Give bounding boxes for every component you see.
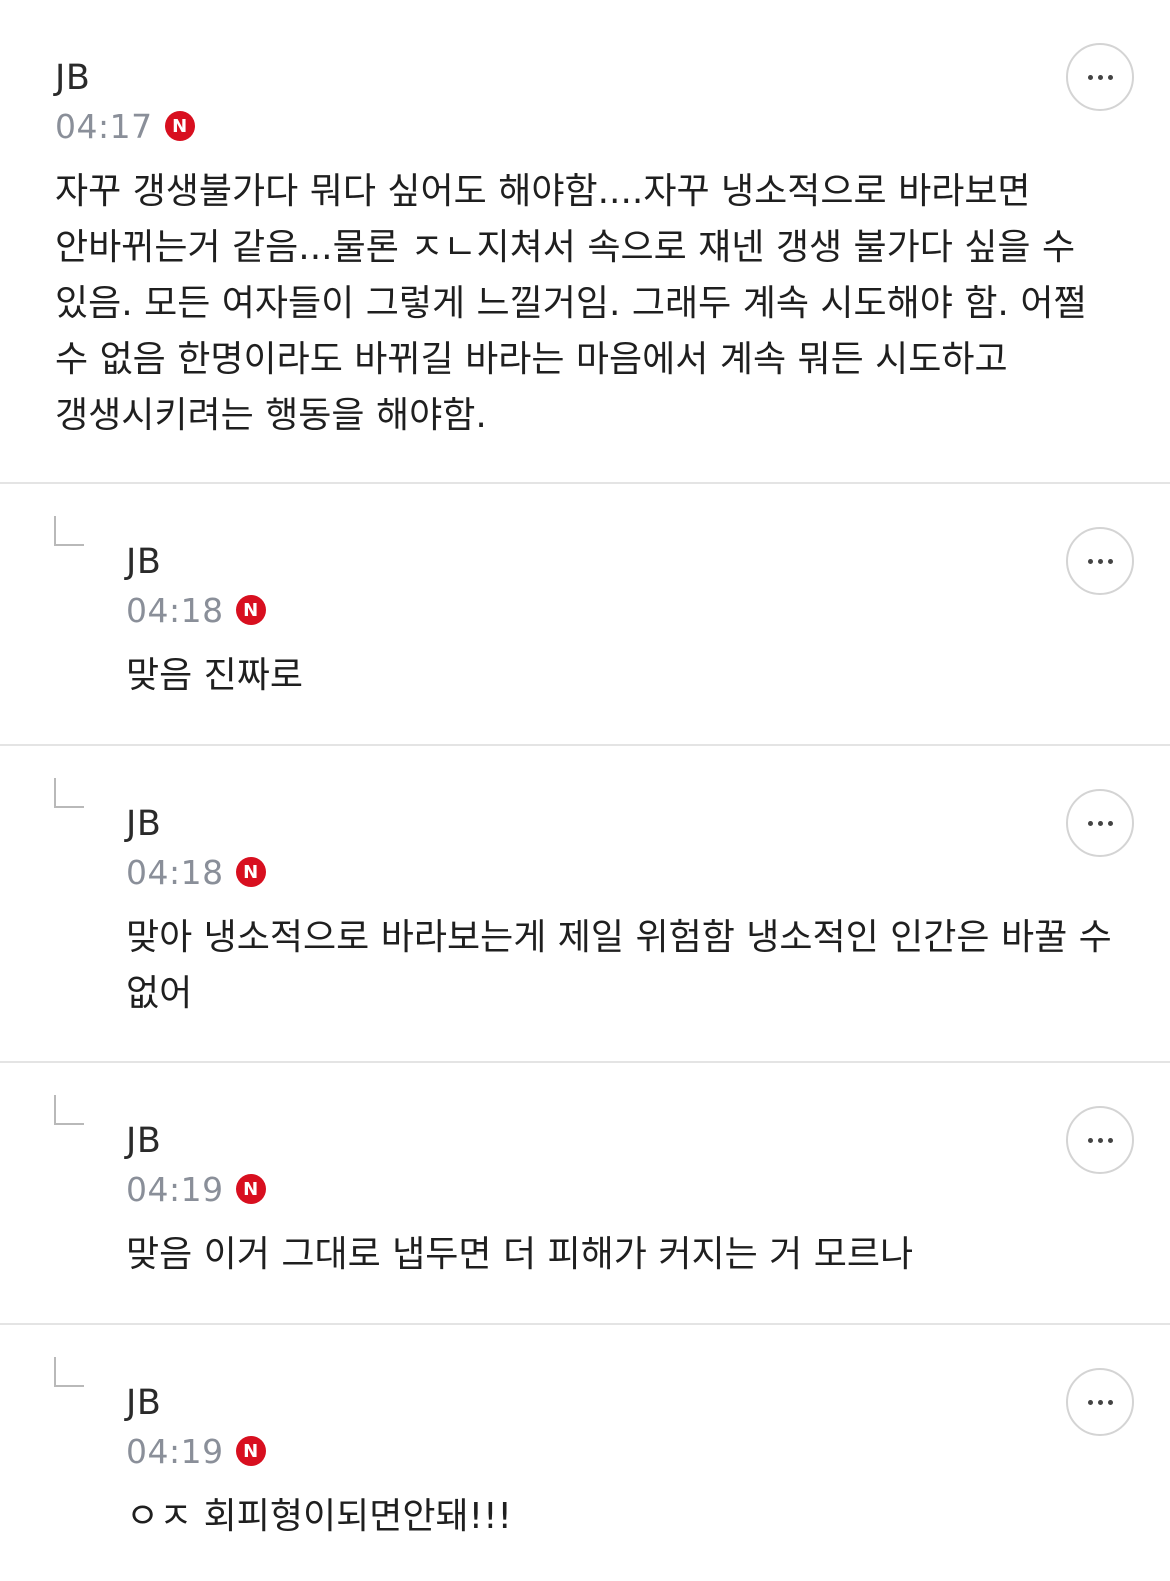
comment-time: 04:19 bbox=[126, 1169, 224, 1209]
comment-text: ㅇㅈ 회피형이되면안돼!!! bbox=[126, 1496, 512, 1537]
comment-time: 04:17 bbox=[55, 106, 153, 146]
comment-time: 04:19 bbox=[126, 1431, 224, 1471]
reply-arrow-icon bbox=[54, 778, 84, 808]
comment-author[interactable]: JB bbox=[55, 58, 90, 98]
comment-author[interactable]: JB bbox=[126, 1383, 161, 1423]
comment-author[interactable]: JB bbox=[126, 1121, 161, 1161]
new-badge-icon: N bbox=[235, 857, 266, 887]
more-options-icon bbox=[1087, 820, 1093, 826]
more-options-icon bbox=[1087, 1399, 1093, 1405]
comment-meta: 04:19 N bbox=[126, 1431, 266, 1471]
more-options-button[interactable] bbox=[1066, 43, 1134, 111]
more-options-button[interactable] bbox=[1066, 1368, 1134, 1436]
reply-item: JB 04:19 N ㅇㅈ 회피형이되면안돼!!! bbox=[0, 1325, 1170, 1581]
new-badge-icon: N bbox=[235, 1174, 266, 1204]
comment-author[interactable]: JB bbox=[126, 804, 161, 844]
more-options-icon bbox=[1087, 1137, 1093, 1143]
comment-meta: 04:17 N bbox=[55, 106, 195, 146]
new-badge-icon: N bbox=[235, 1436, 266, 1466]
comment-time: 04:18 bbox=[126, 852, 224, 892]
more-options-button[interactable] bbox=[1066, 1106, 1134, 1174]
more-options-icon bbox=[1087, 74, 1093, 80]
comment-time: 04:18 bbox=[126, 590, 224, 630]
reply-item: JB 04:19 N 맞음 이거 그대로 냅두면 더 피해가 커지는 거 모르나 bbox=[0, 1063, 1170, 1325]
reply-arrow-icon bbox=[54, 1095, 84, 1125]
reply-arrow-icon bbox=[54, 516, 84, 546]
comment-text: 맞아 냉소적으로 바라보는게 제일 위험함 냉소적인 인간은 바꿀 수 없어 bbox=[126, 917, 1112, 1014]
comment-meta: 04:18 N bbox=[126, 590, 266, 630]
comment-meta: 04:19 N bbox=[126, 1169, 266, 1209]
comment-text: 맞음 이거 그대로 냅두면 더 피해가 커지는 거 모르나 bbox=[126, 1234, 914, 1275]
reply-item: JB 04:18 N 맞아 냉소적으로 바라보는게 제일 위험함 냉소적인 인간… bbox=[0, 746, 1170, 1063]
comment-author[interactable]: JB bbox=[126, 542, 161, 582]
comment-item: JB 04:17 N 자꾸 갱생불가다 뭐다 싶어도 해야함....자꾸 냉소적… bbox=[0, 0, 1170, 484]
more-options-icon bbox=[1087, 558, 1093, 564]
comment-meta: 04:18 N bbox=[126, 852, 266, 892]
reply-arrow-icon bbox=[54, 1357, 84, 1387]
more-options-button[interactable] bbox=[1066, 527, 1134, 595]
comment-text: 자꾸 갱생불가다 뭐다 싶어도 해야함....자꾸 냉소적으로 바라보면 안바뀌… bbox=[55, 171, 1087, 436]
more-options-button[interactable] bbox=[1066, 789, 1134, 857]
new-badge-icon: N bbox=[164, 111, 195, 141]
comment-text: 맞음 진짜로 bbox=[126, 655, 304, 696]
new-badge-icon: N bbox=[235, 595, 266, 625]
reply-item: JB 04:18 N 맞음 진짜로 bbox=[0, 484, 1170, 746]
